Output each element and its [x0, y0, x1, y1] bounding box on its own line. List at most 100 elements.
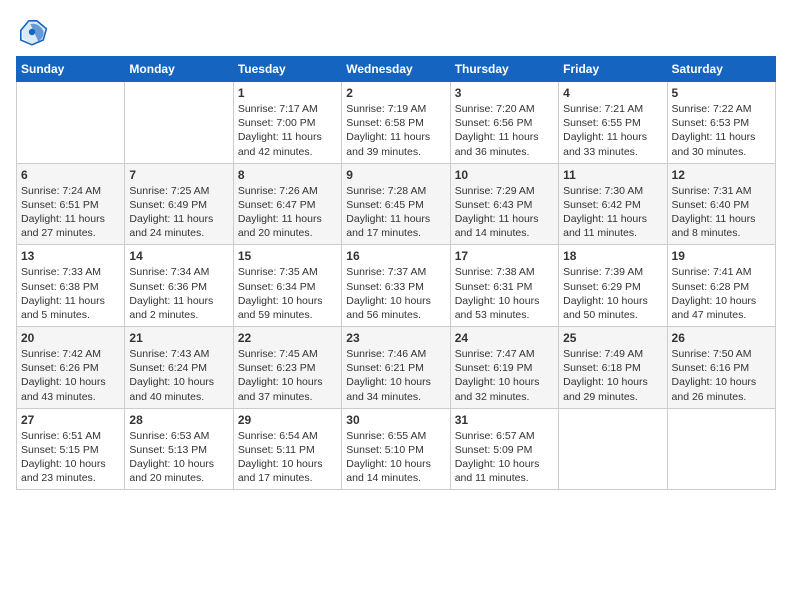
day-number: 1: [238, 86, 337, 100]
calendar-cell: 5 Sunrise: 7:22 AM Sunset: 6:53 PM Daylig…: [667, 82, 775, 164]
calendar-cell: 12 Sunrise: 7:31 AM Sunset: 6:40 PM Dayli…: [667, 163, 775, 245]
calendar-cell: 21Sunrise: 7:43 AM Sunset: 6:24 PM Dayli…: [125, 327, 233, 409]
calendar-cell: 10 Sunrise: 7:29 AM Sunset: 6:43 PM Dayli…: [450, 163, 558, 245]
calendar-cell: 8Sunrise: 7:26 AM Sunset: 6:47 PM Daylig…: [233, 163, 341, 245]
calendar-cell: 31 Sunrise: 6:57 AM Sunset: 5:09 PM Dayli…: [450, 408, 558, 490]
calendar-cell: 14 Sunrise: 7:34 AM Sunset: 6:36 PM Dayli…: [125, 245, 233, 327]
day-info: Sunrise: 7:46 AM Sunset: 6:21 PM Dayligh…: [346, 347, 445, 404]
day-of-week-header: Saturday: [667, 57, 775, 82]
logo: [16, 16, 52, 48]
day-number: 4: [563, 86, 662, 100]
day-info: Sunrise: 6:51 AM Sunset: 5:15 PM Dayligh…: [21, 429, 120, 486]
calendar-cell: 11 Sunrise: 7:30 AM Sunset: 6:42 PM Dayli…: [559, 163, 667, 245]
calendar-cell: 16 Sunrise: 7:37 AM Sunset: 6:33 PM Dayli…: [342, 245, 450, 327]
day-number: 20: [21, 331, 120, 345]
day-info: Sunrise: 7:47 AM Sunset: 6:19 PM Dayligh…: [455, 347, 554, 404]
day-number: 26: [672, 331, 771, 345]
day-info: Sunrise: 7:20 AM Sunset: 6:56 PM Dayligh…: [455, 102, 554, 159]
day-info: Sunrise: 7:38 AM Sunset: 6:31 PM Dayligh…: [455, 265, 554, 322]
calendar-cell: 17 Sunrise: 7:38 AM Sunset: 6:31 PM Dayli…: [450, 245, 558, 327]
day-info: Sunrise: 7:22 AM Sunset: 6:53 PM Dayligh…: [672, 102, 771, 159]
day-number: 31: [455, 413, 554, 427]
day-number: 24: [455, 331, 554, 345]
day-info: Sunrise: 7:45 AM Sunset: 6:23 PM Dayligh…: [238, 347, 337, 404]
day-of-week-header: Tuesday: [233, 57, 341, 82]
calendar-cell: [667, 408, 775, 490]
day-number: 17: [455, 249, 554, 263]
day-info: Sunrise: 7:37 AM Sunset: 6:33 PM Dayligh…: [346, 265, 445, 322]
calendar-cell: 3 Sunrise: 7:20 AM Sunset: 6:56 PM Daylig…: [450, 82, 558, 164]
calendar-week-row: 20 Sunrise: 7:42 AM Sunset: 6:26 PM Dayli…: [17, 327, 776, 409]
day-number: 7: [129, 168, 228, 182]
day-number: 14: [129, 249, 228, 263]
day-number: 15: [238, 249, 337, 263]
day-of-week-header: Monday: [125, 57, 233, 82]
calendar-cell: 19 Sunrise: 7:41 AM Sunset: 6:28 PM Dayli…: [667, 245, 775, 327]
day-number: 25: [563, 331, 662, 345]
calendar-cell: 18 Sunrise: 7:39 AM Sunset: 6:29 PM Dayli…: [559, 245, 667, 327]
calendar-cell: 22 Sunrise: 7:45 AM Sunset: 6:23 PM Dayli…: [233, 327, 341, 409]
calendar: SundayMondayTuesdayWednesdayThursdayFrid…: [16, 56, 776, 490]
calendar-cell: 7 Sunrise: 7:25 AM Sunset: 6:49 PM Daylig…: [125, 163, 233, 245]
day-number: 12: [672, 168, 771, 182]
day-number: 16: [346, 249, 445, 263]
calendar-cell: 30 Sunrise: 6:55 AM Sunset: 5:10 PM Dayli…: [342, 408, 450, 490]
day-of-week-header: Thursday: [450, 57, 558, 82]
calendar-week-row: 27 Sunrise: 6:51 AM Sunset: 5:15 PM Dayli…: [17, 408, 776, 490]
calendar-cell: 27 Sunrise: 6:51 AM Sunset: 5:15 PM Dayli…: [17, 408, 125, 490]
calendar-cell: 13 Sunrise: 7:33 AM Sunset: 6:38 PM Dayli…: [17, 245, 125, 327]
calendar-week-row: 6Sunrise: 7:24 AM Sunset: 6:51 PM Daylig…: [17, 163, 776, 245]
calendar-cell: 28Sunrise: 6:53 AM Sunset: 5:13 PM Dayli…: [125, 408, 233, 490]
calendar-week-row: 1 Sunrise: 7:17 AM Sunset: 7:00 PM Daylig…: [17, 82, 776, 164]
day-number: 9: [346, 168, 445, 182]
calendar-cell: 1 Sunrise: 7:17 AM Sunset: 7:00 PM Daylig…: [233, 82, 341, 164]
calendar-cell: 26 Sunrise: 7:50 AM Sunset: 6:16 PM Dayli…: [667, 327, 775, 409]
calendar-cell: [559, 408, 667, 490]
calendar-cell: 24 Sunrise: 7:47 AM Sunset: 6:19 PM Dayli…: [450, 327, 558, 409]
day-info: Sunrise: 6:53 AM Sunset: 5:13 PM Dayligh…: [129, 429, 228, 486]
day-number: 10: [455, 168, 554, 182]
day-number: 13: [21, 249, 120, 263]
day-info: Sunrise: 6:57 AM Sunset: 5:09 PM Dayligh…: [455, 429, 554, 486]
day-number: 2: [346, 86, 445, 100]
day-info: Sunrise: 6:55 AM Sunset: 5:10 PM Dayligh…: [346, 429, 445, 486]
day-info: Sunrise: 7:42 AM Sunset: 6:26 PM Dayligh…: [21, 347, 120, 404]
day-info: Sunrise: 7:35 AM Sunset: 6:34 PM Dayligh…: [238, 265, 337, 322]
day-number: 8: [238, 168, 337, 182]
day-of-week-header: Friday: [559, 57, 667, 82]
day-info: Sunrise: 7:25 AM Sunset: 6:49 PM Dayligh…: [129, 184, 228, 241]
day-number: 19: [672, 249, 771, 263]
calendar-cell: 15 Sunrise: 7:35 AM Sunset: 6:34 PM Dayli…: [233, 245, 341, 327]
calendar-cell: [17, 82, 125, 164]
day-number: 22: [238, 331, 337, 345]
calendar-cell: 29 Sunrise: 6:54 AM Sunset: 5:11 PM Dayli…: [233, 408, 341, 490]
calendar-cell: 23 Sunrise: 7:46 AM Sunset: 6:21 PM Dayli…: [342, 327, 450, 409]
day-info: Sunrise: 7:33 AM Sunset: 6:38 PM Dayligh…: [21, 265, 120, 322]
day-number: 3: [455, 86, 554, 100]
day-of-week-header: Wednesday: [342, 57, 450, 82]
calendar-cell: [125, 82, 233, 164]
day-info: Sunrise: 7:41 AM Sunset: 6:28 PM Dayligh…: [672, 265, 771, 322]
day-number: 11: [563, 168, 662, 182]
day-info: Sunrise: 7:34 AM Sunset: 6:36 PM Dayligh…: [129, 265, 228, 322]
day-number: 27: [21, 413, 120, 427]
calendar-cell: 4 Sunrise: 7:21 AM Sunset: 6:55 PM Daylig…: [559, 82, 667, 164]
calendar-header-row: SundayMondayTuesdayWednesdayThursdayFrid…: [17, 57, 776, 82]
day-info: Sunrise: 7:31 AM Sunset: 6:40 PM Dayligh…: [672, 184, 771, 241]
day-number: 29: [238, 413, 337, 427]
day-info: Sunrise: 7:21 AM Sunset: 6:55 PM Dayligh…: [563, 102, 662, 159]
day-of-week-header: Sunday: [17, 57, 125, 82]
day-number: 30: [346, 413, 445, 427]
day-number: 5: [672, 86, 771, 100]
day-number: 21: [129, 331, 228, 345]
day-info: Sunrise: 7:50 AM Sunset: 6:16 PM Dayligh…: [672, 347, 771, 404]
day-info: Sunrise: 7:30 AM Sunset: 6:42 PM Dayligh…: [563, 184, 662, 241]
day-info: Sunrise: 7:17 AM Sunset: 7:00 PM Dayligh…: [238, 102, 337, 159]
day-number: 18: [563, 249, 662, 263]
day-number: 23: [346, 331, 445, 345]
day-info: Sunrise: 7:24 AM Sunset: 6:51 PM Dayligh…: [21, 184, 120, 241]
day-info: Sunrise: 6:54 AM Sunset: 5:11 PM Dayligh…: [238, 429, 337, 486]
day-info: Sunrise: 7:39 AM Sunset: 6:29 PM Dayligh…: [563, 265, 662, 322]
day-info: Sunrise: 7:29 AM Sunset: 6:43 PM Dayligh…: [455, 184, 554, 241]
calendar-cell: 2Sunrise: 7:19 AM Sunset: 6:58 PM Daylig…: [342, 82, 450, 164]
